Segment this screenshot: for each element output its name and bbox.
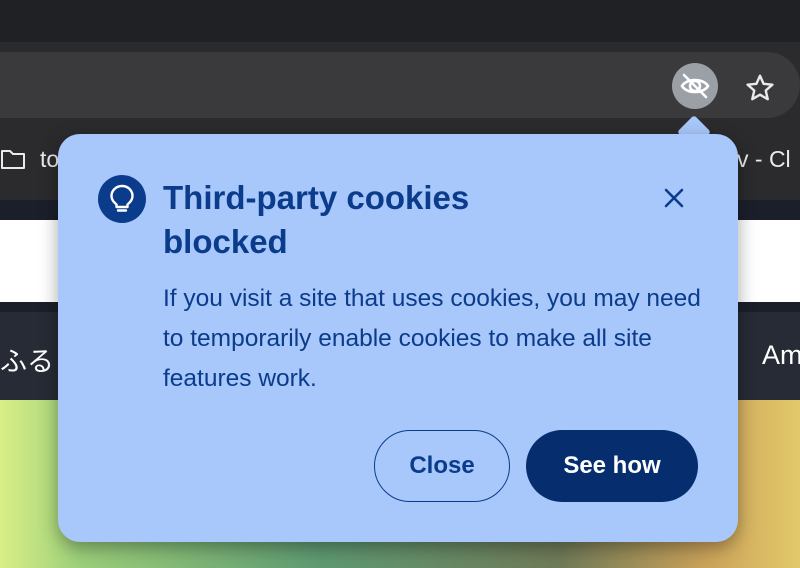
see-how-button[interactable]: See how [526,430,698,502]
popup-icon-badge [98,175,146,223]
nav-item-right[interactable]: Am [762,340,800,371]
close-icon [664,188,684,208]
folder-icon [1,150,25,169]
bookmark-star-button[interactable] [740,68,780,108]
popup-title: Third-party cookies blocked [163,179,470,260]
eye-slash-icon [680,73,710,99]
lightbulb-icon [110,184,134,212]
popup-description: If you visit a site that uses cookies, y… [163,285,701,392]
bookmark-item-left[interactable]: to [40,146,59,173]
tab-strip [0,0,800,42]
bookmark-item-right[interactable]: v - Cl [737,146,791,173]
star-icon [746,74,774,101]
third-party-cookies-button[interactable] [672,63,718,109]
close-button[interactable]: Close [374,430,510,502]
popup-close-x-button[interactable] [656,180,692,216]
bookmark-folder[interactable] [0,146,26,172]
